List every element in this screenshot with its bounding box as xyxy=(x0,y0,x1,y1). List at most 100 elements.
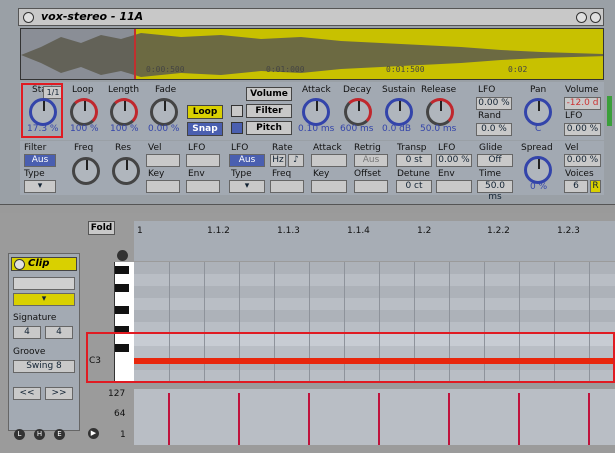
spread-knob[interactable] xyxy=(524,156,552,184)
signature-denominator[interactable]: 4 xyxy=(45,326,73,339)
device-title: vox-stereo - 11A xyxy=(41,10,144,23)
clip-color-dropdown[interactable]: ▾ xyxy=(13,293,75,306)
freq2-value[interactable] xyxy=(270,180,304,193)
decay-knob[interactable] xyxy=(344,98,372,126)
velocity-bar[interactable] xyxy=(448,393,450,445)
signature-numerator[interactable]: 4 xyxy=(13,326,41,339)
voices-value: 6 xyxy=(573,181,579,191)
volume-lfo-value[interactable]: 0.00 % xyxy=(564,123,601,136)
res-knob[interactable] xyxy=(112,157,140,185)
freq-label: Freq xyxy=(74,143,94,153)
glide-value: Off xyxy=(488,155,502,165)
fade-knob[interactable] xyxy=(150,98,178,126)
ruler-label: 1.2 xyxy=(417,226,432,236)
offset-value[interactable] xyxy=(354,180,388,193)
pitch-checkbox[interactable] xyxy=(231,122,243,134)
note-button[interactable]: ♪ xyxy=(288,154,304,167)
rand-value[interactable]: 0.0 % xyxy=(476,123,512,136)
groove-dropdown[interactable]: Swing 8 xyxy=(13,360,75,373)
grid-row xyxy=(134,262,615,274)
length-knob[interactable] xyxy=(110,98,138,126)
lfo-value[interactable]: 0.00 % xyxy=(476,97,512,110)
ruler-label: 1.2.2 xyxy=(487,226,510,236)
filter-button[interactable]: Filter xyxy=(246,104,292,118)
preview-icon[interactable] xyxy=(117,250,128,261)
pitch-button[interactable]: Pitch xyxy=(246,121,292,135)
key2-value[interactable] xyxy=(311,180,347,193)
volume-value[interactable]: -12.0 d xyxy=(564,97,601,110)
play-icon[interactable]: ▶ xyxy=(88,428,99,439)
freq-knob[interactable] xyxy=(72,157,100,185)
volume-button[interactable]: Volume xyxy=(246,87,292,101)
retrigger-button[interactable]: R xyxy=(590,180,601,193)
nav-prev-button[interactable]: << xyxy=(13,387,41,400)
lfo-mod-label: LFO xyxy=(188,143,206,153)
filter-type-value[interactable]: Aus xyxy=(24,154,56,167)
loop-brace-button[interactable]: L xyxy=(14,429,25,440)
device-power-icon[interactable] xyxy=(23,12,34,23)
velocity-bar[interactable] xyxy=(238,393,240,445)
pan-knob[interactable] xyxy=(524,98,552,126)
snap-button[interactable]: Snap xyxy=(187,122,223,136)
waveform-display[interactable]: 0:00:500 0:01:000 0:01:500 0:02 xyxy=(20,28,604,80)
vel-value[interactable] xyxy=(146,154,180,167)
clip-name-field[interactable] xyxy=(13,277,75,290)
black-key[interactable] xyxy=(115,306,129,314)
black-key[interactable] xyxy=(115,266,129,274)
groove-value: Swing 8 xyxy=(26,361,62,371)
loop-button[interactable]: Loop xyxy=(187,105,223,119)
release-value: 50.0 ms xyxy=(420,124,457,134)
release-knob[interactable] xyxy=(426,98,454,126)
velocity-bar[interactable] xyxy=(378,393,380,445)
envelope-button[interactable]: E xyxy=(54,429,65,440)
clip-panel: Clip ▾ Signature 4 4 Groove Swing 8 << >… xyxy=(8,253,80,431)
pan-label: Pan xyxy=(530,85,547,95)
lfo3-value[interactable]: 0.00 % xyxy=(436,154,472,167)
attack-knob[interactable] xyxy=(302,98,330,126)
clip-power-icon[interactable] xyxy=(14,259,25,270)
decay-value: 600 ms xyxy=(340,124,374,134)
velocity-bar[interactable] xyxy=(168,393,170,445)
lfo-mod-value[interactable] xyxy=(186,154,220,167)
velocity-bar[interactable] xyxy=(518,393,520,445)
groove-label: Groove xyxy=(13,347,46,357)
grid-row xyxy=(134,286,615,298)
lfo2-type-value[interactable]: Aus xyxy=(229,154,265,167)
type2-dropdown[interactable]: ▾ xyxy=(229,180,265,193)
pan-value: C xyxy=(535,124,542,134)
loop-knob[interactable] xyxy=(70,98,98,126)
filter-checkbox[interactable] xyxy=(231,105,243,117)
key-value[interactable] xyxy=(146,180,180,193)
device-title-bar[interactable]: vox-stereo - 11A xyxy=(18,8,604,26)
device-fold-icon[interactable] xyxy=(590,12,601,23)
loop-value: 100 % xyxy=(70,124,99,134)
nav-next-button[interactable]: >> xyxy=(45,387,73,400)
glide-dropdown[interactable]: Off xyxy=(477,154,513,167)
freq2-label: Freq xyxy=(272,169,292,179)
headphone-button[interactable]: H xyxy=(34,429,45,440)
clip-title: Clip xyxy=(28,258,50,269)
velocity-lane[interactable] xyxy=(134,389,615,445)
lfo-attack-value[interactable] xyxy=(311,154,347,167)
env2-value[interactable] xyxy=(436,180,472,193)
retrig-value[interactable]: Aus xyxy=(354,154,388,167)
velocity-bar[interactable] xyxy=(588,393,590,445)
transp-value[interactable]: 0 st xyxy=(396,154,432,167)
fold-button[interactable]: Fold xyxy=(88,221,115,235)
rate-label: Rate xyxy=(272,143,293,153)
sustain-value: 0.0 dB xyxy=(382,124,412,134)
detune-value[interactable]: 0 ct xyxy=(396,180,432,193)
attack-value: 0.10 ms xyxy=(298,124,335,134)
type-dropdown[interactable]: ▾ xyxy=(24,180,56,193)
clip-header[interactable]: Clip xyxy=(11,257,77,271)
velocity-bar[interactable] xyxy=(308,393,310,445)
voices-dropdown[interactable]: 6 xyxy=(564,180,588,193)
sustain-knob[interactable] xyxy=(385,98,413,126)
sampler-device: vox-stereo - 11A 0:00:500 0:01:000 0:01:… xyxy=(0,0,615,205)
device-save-icon[interactable] xyxy=(576,12,587,23)
vel2-value[interactable]: 0.00 % xyxy=(564,154,601,167)
time-value[interactable]: 50.0 ms xyxy=(477,180,513,202)
hz-button[interactable]: Hz xyxy=(270,154,286,167)
black-key[interactable] xyxy=(115,284,129,292)
env-value[interactable] xyxy=(186,180,220,193)
